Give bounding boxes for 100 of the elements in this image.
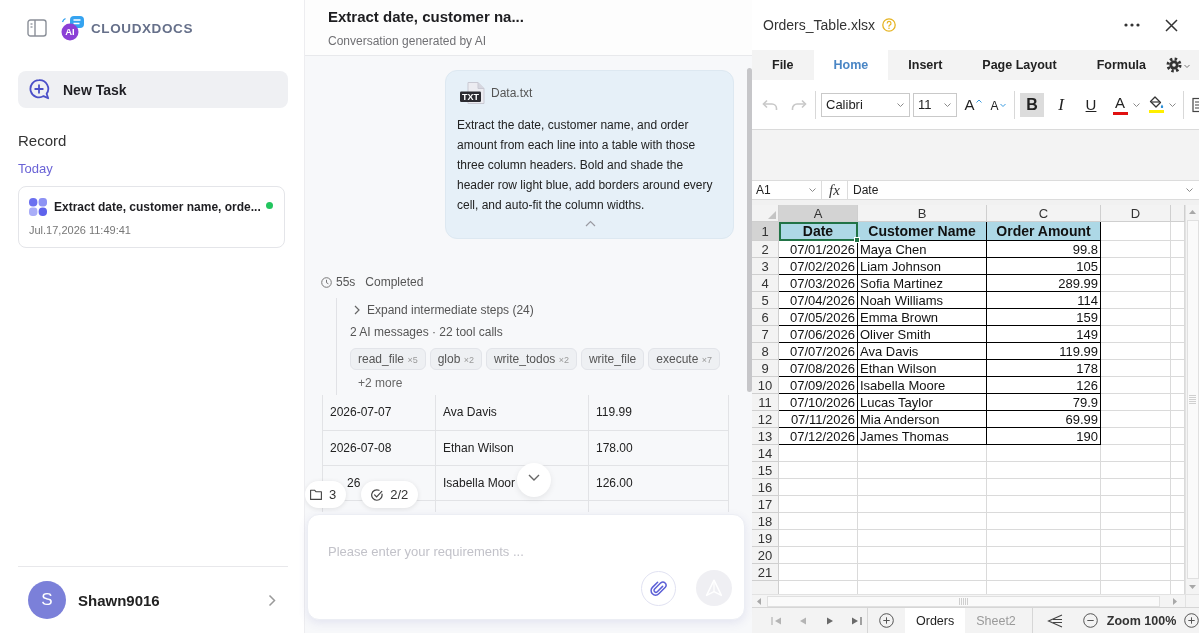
sidebar-toggle-icon[interactable]: [27, 19, 47, 37]
triangle-right-icon[interactable]: [825, 615, 835, 626]
row-header[interactable]: 13: [752, 428, 779, 445]
grid-cell: Order Amount: [987, 222, 1101, 241]
grid-cell: 105: [987, 258, 1101, 275]
triangle-right-icon[interactable]: [1173, 597, 1177, 605]
ribbon-tab[interactable]: Insert: [888, 50, 963, 80]
cell-name-box[interactable]: A1: [752, 181, 822, 199]
chat-plus-icon: [29, 79, 50, 100]
scroll-down-button[interactable]: [517, 463, 551, 497]
caret-down-icon[interactable]: [1186, 188, 1193, 192]
row-header[interactable]: 19: [752, 530, 779, 547]
row-header[interactable]: 9: [752, 360, 779, 377]
row-header[interactable]: 4: [752, 275, 779, 292]
grid-cell: 149: [987, 326, 1101, 343]
underline-button[interactable]: U: [1080, 92, 1102, 117]
expand-steps-button[interactable]: Expand intermediate steps (24): [350, 302, 534, 318]
grid-cell: Sofia Martinez: [858, 275, 987, 292]
task-title: Extract date, customer name, orde...: [54, 200, 261, 214]
table-cell: 2026-07-07: [322, 395, 436, 430]
text-lines-icon[interactable]: [1192, 96, 1199, 113]
grid-cell: Oliver Smith: [858, 326, 987, 343]
column-header[interactable]: A: [779, 205, 858, 222]
increase-font-button[interactable]: A: [962, 92, 984, 117]
help-icon[interactable]: [882, 18, 897, 32]
check-circle-icon: [371, 488, 384, 501]
row-header[interactable]: 15: [752, 462, 779, 479]
ribbon-tab[interactable]: Home: [813, 50, 889, 80]
scrollbar-thumb[interactable]: [747, 68, 752, 392]
row-header[interactable]: 16: [752, 479, 779, 496]
tool-tag[interactable]: glob ×2: [429, 348, 482, 370]
font-size-select[interactable]: 11: [913, 92, 957, 117]
decrease-font-button[interactable]: A: [988, 92, 1008, 117]
triangle-up-icon[interactable]: [1189, 210, 1196, 214]
caret-down-icon[interactable]: [1169, 102, 1176, 107]
new-task-button[interactable]: New Task: [18, 71, 288, 108]
triangle-down-icon[interactable]: [1189, 585, 1196, 589]
chevron-right-icon[interactable]: [268, 593, 276, 607]
grid-cell: 07/02/2026: [779, 258, 858, 275]
row-header[interactable]: 1: [752, 222, 779, 241]
row-header[interactable]: 10: [752, 377, 779, 394]
font-select[interactable]: Calibri: [821, 92, 910, 117]
ribbon-tab[interactable]: Page Layout: [962, 50, 1077, 80]
more-link[interactable]: +2 more: [358, 375, 403, 391]
more-icon[interactable]: [1124, 23, 1140, 27]
tool-tag[interactable]: write_todos ×2: [485, 348, 577, 370]
grid-cell: 07/04/2026: [779, 292, 858, 309]
row-header[interactable]: 12: [752, 411, 779, 428]
row-header[interactable]: 2: [752, 241, 779, 258]
row-header[interactable]: 21: [752, 564, 779, 581]
tool-tag[interactable]: write_file: [580, 348, 645, 370]
row-header[interactable]: 7: [752, 326, 779, 343]
tool-tag[interactable]: read_file ×5: [350, 348, 426, 370]
files-button[interactable]: 3: [305, 481, 347, 508]
caret-down-icon[interactable]: [1133, 102, 1140, 107]
row-header[interactable]: 18: [752, 513, 779, 530]
ribbon-tab[interactable]: Formula: [1076, 50, 1166, 80]
message-input[interactable]: Please enter your requirements ...: [307, 514, 745, 620]
skip-end-icon[interactable]: [852, 615, 862, 626]
grid-cell: 159: [987, 309, 1101, 326]
table-cell: 178.00: [588, 430, 729, 465]
table-cell: 119.99: [588, 395, 729, 430]
scrollbar-thumb[interactable]: [1186, 220, 1199, 579]
scrollbar-thumb[interactable]: [767, 595, 1160, 607]
triangle-left-icon[interactable]: [757, 597, 761, 605]
column-header[interactable]: B: [858, 205, 987, 222]
font-color-button[interactable]: A: [1110, 92, 1130, 117]
chevron-up-icon[interactable]: [584, 220, 596, 227]
fill-handle-icon[interactable]: [854, 237, 860, 243]
grid-cell: Ethan Wilson: [858, 360, 987, 377]
row-header[interactable]: 8: [752, 343, 779, 360]
italic-button[interactable]: I: [1050, 92, 1072, 117]
close-icon[interactable]: [1165, 18, 1178, 32]
attachment-name[interactable]: Data.txt: [491, 86, 533, 100]
column-header[interactable]: C: [987, 205, 1101, 222]
row-header[interactable]: 17: [752, 496, 779, 513]
user-avatar[interactable]: S: [28, 581, 66, 619]
row-header[interactable]: 3: [752, 258, 779, 275]
row-header[interactable]: 14: [752, 445, 779, 462]
settings-icon[interactable]: [1165, 57, 1191, 73]
tasks-button[interactable]: 2/2: [361, 481, 419, 508]
tool-tag[interactable]: execute ×7: [648, 348, 720, 370]
table-cell: 2026-07-08: [322, 430, 436, 465]
triangle-lines-icon[interactable]: [1046, 613, 1063, 628]
row-header[interactable]: 6: [752, 309, 779, 326]
select-all-icon[interactable]: [768, 211, 776, 219]
ribbon-tab[interactable]: File: [752, 50, 814, 80]
task-card[interactable]: Extract date, customer name, orde... Jul.17,2026 11:49:41: [18, 186, 285, 248]
sheet-tab[interactable]: Orders: [905, 608, 966, 633]
row-header[interactable]: 5: [752, 292, 779, 309]
bold-button[interactable]: B: [1020, 92, 1044, 117]
grid-cell: Customer Name: [858, 222, 987, 241]
grid-cell: 79.9: [987, 394, 1101, 411]
plus-circle-icon[interactable]: [879, 613, 894, 628]
minus-circle-icon[interactable]: [1082, 613, 1098, 628]
caret-down-icon: [897, 102, 904, 107]
row-header[interactable]: 11: [752, 394, 779, 411]
grid-cell: 07/10/2026: [779, 394, 858, 411]
row-header[interactable]: 20: [752, 547, 779, 564]
caret-down-icon: [944, 102, 951, 107]
